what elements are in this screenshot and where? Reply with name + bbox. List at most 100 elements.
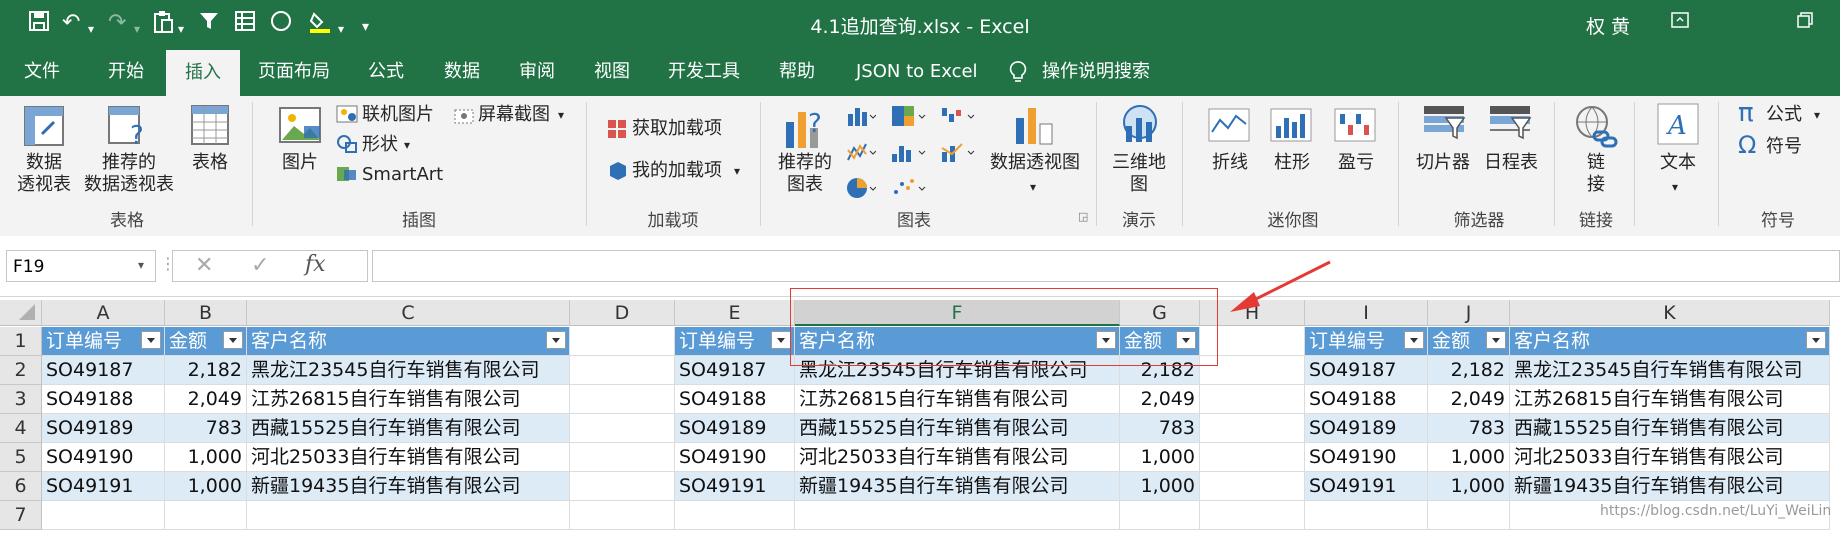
- link-button[interactable]: 链 接: [1574, 152, 1618, 196]
- pivot-table-icon[interactable]: [22, 104, 66, 152]
- restore-window-icon[interactable]: [1796, 10, 1814, 36]
- tab-developer[interactable]: 开发工具: [668, 48, 740, 96]
- table-row[interactable]: SO49190: [675, 443, 795, 472]
- table-row[interactable]: SO49187: [675, 356, 795, 385]
- table-row[interactable]: SO49191: [42, 472, 165, 501]
- enter-icon[interactable]: ✓: [251, 253, 269, 278]
- tab-file[interactable]: 文件: [24, 48, 60, 96]
- recommended-charts-icon[interactable]: ?: [782, 102, 828, 156]
- charts-dialog-launcher-icon[interactable]: ◲: [1078, 206, 1088, 228]
- table-row[interactable]: 江苏26815自行车销售有限公司: [247, 385, 570, 414]
- timeline-button[interactable]: 日程表: [1476, 152, 1546, 174]
- recommended-pivot-icon[interactable]: ?: [106, 104, 150, 152]
- shapes-dropdown-icon[interactable]: ▾: [404, 134, 410, 156]
- online-picture-icon[interactable]: [336, 104, 358, 128]
- sparkline-column-button[interactable]: 柱形: [1266, 152, 1318, 174]
- table-row[interactable]: 江苏26815自行车销售有限公司: [1510, 385, 1830, 414]
- grid-cell[interactable]: [570, 472, 675, 501]
- table-header-cell[interactable]: 金额: [1428, 327, 1510, 356]
- tab-review[interactable]: 审阅: [519, 48, 555, 96]
- table-row[interactable]: SO49189: [675, 414, 795, 443]
- grid-cell[interactable]: [165, 501, 247, 530]
- equation-dropdown-icon[interactable]: ▾: [1814, 104, 1820, 126]
- table-row[interactable]: 2,182: [1428, 356, 1510, 385]
- table-row[interactable]: 黑龙江23545自行车销售有限公司: [247, 356, 570, 385]
- shapes-icon[interactable]: [336, 134, 358, 158]
- shapes-button[interactable]: 形状: [362, 134, 398, 156]
- grid-cell[interactable]: [1120, 501, 1200, 530]
- column-header-c[interactable]: C: [247, 300, 570, 326]
- line-chart-icon[interactable]: [846, 140, 877, 168]
- screenshot-icon[interactable]: [454, 106, 474, 128]
- table-icon[interactable]: [190, 104, 230, 152]
- table-row[interactable]: 2,049: [1428, 385, 1510, 414]
- table-header-cell[interactable]: 订单编号: [675, 327, 795, 356]
- row-header-4[interactable]: 4: [0, 414, 42, 443]
- table-row[interactable]: 黑龙江23545自行车销售有限公司: [1510, 356, 1830, 385]
- table-header-cell[interactable]: 金额: [165, 327, 247, 356]
- grid-cell[interactable]: [570, 443, 675, 472]
- grid-cell[interactable]: [1200, 501, 1305, 530]
- text-box-icon[interactable]: A: [1656, 102, 1700, 150]
- table-row[interactable]: 2,049: [165, 385, 247, 414]
- formula-input[interactable]: [372, 250, 1840, 282]
- symbol-button[interactable]: 符号: [1766, 136, 1802, 158]
- table-header-cell[interactable]: 订单编号: [1305, 327, 1428, 356]
- table-row[interactable]: 783: [165, 414, 247, 443]
- table-row[interactable]: SO49189: [1305, 414, 1428, 443]
- get-addins-icon[interactable]: [606, 118, 628, 144]
- table-button[interactable]: 表格: [184, 152, 236, 174]
- filter-dropdown-icon[interactable]: [141, 331, 161, 349]
- picture-button[interactable]: 图片: [274, 152, 326, 174]
- tab-data[interactable]: 数据: [444, 48, 480, 96]
- column-header-b[interactable]: B: [165, 300, 247, 326]
- table-row[interactable]: SO49190: [1305, 443, 1428, 472]
- table-row[interactable]: 2,049: [1120, 385, 1200, 414]
- user-name[interactable]: 权 黄: [1586, 12, 1630, 39]
- table-row[interactable]: 783: [1120, 414, 1200, 443]
- table-row[interactable]: 河北25033自行车销售有限公司: [1510, 443, 1830, 472]
- grid-cell[interactable]: [1200, 414, 1305, 443]
- smartart-button[interactable]: SmartArt: [362, 164, 443, 186]
- recommended-pivot-button[interactable]: 推荐的 数据透视表: [78, 152, 180, 196]
- tab-insert[interactable]: 插入: [166, 50, 240, 96]
- column-header-j[interactable]: J: [1428, 300, 1510, 326]
- sparkline-column-icon[interactable]: [1270, 108, 1312, 146]
- grid-cell[interactable]: [570, 356, 675, 385]
- waterfall-chart-icon[interactable]: [940, 104, 976, 132]
- row-header-6[interactable]: 6: [0, 472, 42, 501]
- grid-cell[interactable]: [795, 501, 1120, 530]
- grid-cell[interactable]: [570, 501, 675, 530]
- screenshot-dropdown-icon[interactable]: ▾: [558, 104, 564, 126]
- table-row[interactable]: SO49188: [42, 385, 165, 414]
- column-header-k[interactable]: K: [1510, 300, 1830, 326]
- sparkline-line-button[interactable]: 折线: [1204, 152, 1256, 174]
- smartart-icon[interactable]: [336, 164, 358, 188]
- table-row[interactable]: 西藏15525自行车销售有限公司: [247, 414, 570, 443]
- table-row[interactable]: SO49189: [42, 414, 165, 443]
- name-box-dropdown-icon[interactable]: ▾: [138, 258, 144, 272]
- grid-cell[interactable]: [1200, 472, 1305, 501]
- scatter-chart-icon[interactable]: [890, 176, 926, 204]
- tab-page-layout[interactable]: 页面布局: [258, 48, 330, 96]
- row-header-7[interactable]: 7: [0, 501, 42, 530]
- tab-help[interactable]: 帮助: [779, 48, 815, 96]
- table-header-cell[interactable]: 客户名称: [1510, 327, 1830, 356]
- screenshot-button[interactable]: 屏幕截图: [478, 104, 550, 126]
- hierarchy-chart-icon[interactable]: [890, 104, 926, 132]
- table-row[interactable]: SO49187: [1305, 356, 1428, 385]
- slicer-button[interactable]: 切片器: [1408, 152, 1478, 174]
- table-row[interactable]: SO49187: [42, 356, 165, 385]
- table-row[interactable]: 1,000: [165, 443, 247, 472]
- link-icon[interactable]: [1574, 104, 1618, 154]
- table-row[interactable]: 1,000: [1120, 443, 1200, 472]
- table-row[interactable]: 江苏26815自行车销售有限公司: [795, 385, 1120, 414]
- row-header-1[interactable]: 1: [0, 327, 42, 356]
- grid-cell[interactable]: [247, 501, 570, 530]
- grid-cell[interactable]: [1200, 443, 1305, 472]
- table-row[interactable]: SO49190: [42, 443, 165, 472]
- filter-dropdown-icon[interactable]: [1486, 331, 1506, 349]
- timeline-icon[interactable]: [1488, 104, 1532, 148]
- row-header-2[interactable]: 2: [0, 356, 42, 385]
- table-row[interactable]: 河北25033自行车销售有限公司: [795, 443, 1120, 472]
